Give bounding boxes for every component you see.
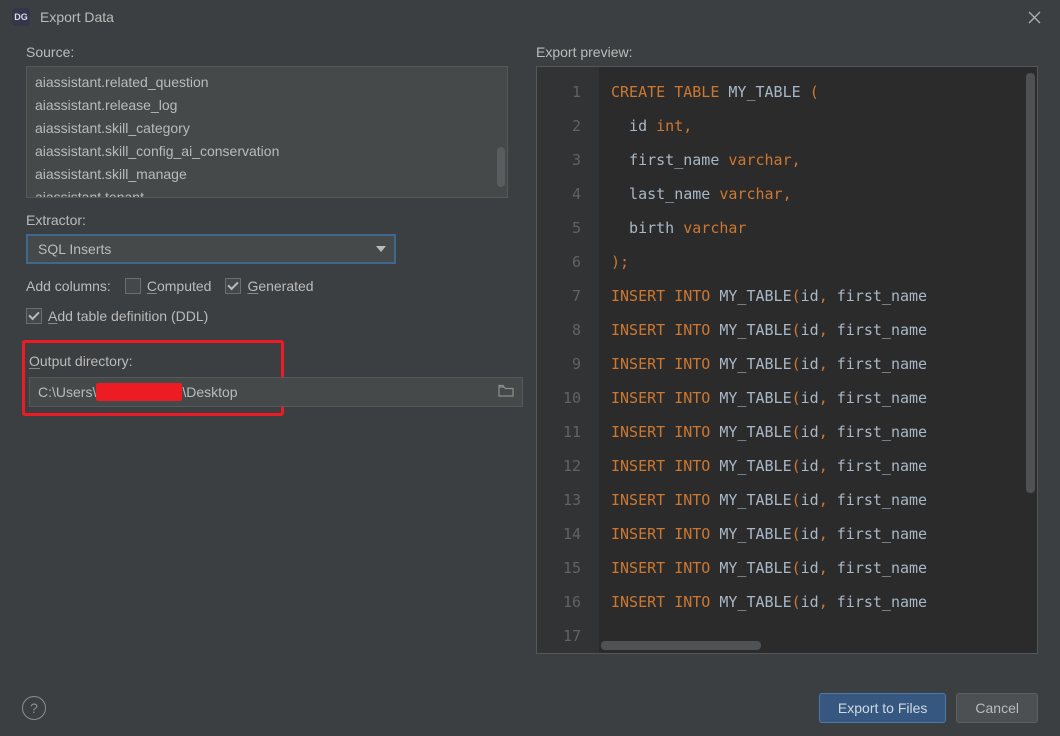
dialog-footer: ? Export to Files Cancel bbox=[0, 680, 1060, 736]
ddl-label: Add table definition (DDL) bbox=[48, 308, 208, 324]
add-columns-label: Add columns: bbox=[26, 278, 111, 294]
folder-icon[interactable] bbox=[498, 384, 514, 401]
cancel-button[interactable]: Cancel bbox=[956, 693, 1038, 723]
code-area[interactable]: CREATE TABLE MY_TABLE ( id int, first_na… bbox=[599, 67, 1037, 653]
chevron-down-icon bbox=[376, 246, 386, 252]
preview-vertical-scrollbar[interactable] bbox=[1026, 73, 1035, 493]
output-path-prefix: C:\Users\ bbox=[38, 384, 96, 400]
redacted-segment bbox=[96, 383, 182, 401]
gutter: 1234567891011121314151617 bbox=[537, 67, 599, 653]
export-preview: 1234567891011121314151617 CREATE TABLE M… bbox=[536, 66, 1038, 654]
app-icon: DG bbox=[12, 8, 30, 26]
extractor-value: SQL Inserts bbox=[38, 241, 376, 257]
list-item[interactable]: aiassistant.tenant bbox=[27, 186, 507, 198]
source-label: Source: bbox=[26, 44, 508, 60]
computed-checkbox[interactable]: Computed bbox=[125, 278, 212, 294]
output-directory-highlight: Output directory: C:\Users\ \Desktop bbox=[22, 340, 284, 416]
output-directory-input[interactable]: C:\Users\ \Desktop bbox=[29, 377, 523, 407]
list-item[interactable]: aiassistant.skill_category bbox=[27, 117, 507, 140]
list-item[interactable]: aiassistant.skill_config_ai_conservation bbox=[27, 140, 507, 163]
titlebar: DG Export Data bbox=[0, 0, 1060, 34]
close-button[interactable] bbox=[1020, 3, 1048, 31]
ddl-checkbox[interactable]: Add table definition (DDL) bbox=[26, 308, 208, 324]
export-to-files-button[interactable]: Export to Files bbox=[819, 693, 946, 723]
extractor-label: Extractor: bbox=[26, 212, 508, 228]
source-list-scrollbar[interactable] bbox=[497, 147, 505, 187]
list-item[interactable]: aiassistant.related_question bbox=[27, 71, 507, 94]
generated-label: Generated bbox=[247, 278, 313, 294]
window-title: Export Data bbox=[40, 9, 1020, 25]
output-path-suffix: \Desktop bbox=[182, 384, 237, 400]
list-item[interactable]: aiassistant.release_log bbox=[27, 94, 507, 117]
list-item[interactable]: aiassistant.skill_manage bbox=[27, 163, 507, 186]
computed-label: Computed bbox=[147, 278, 212, 294]
preview-label: Export preview: bbox=[536, 44, 1038, 60]
source-list[interactable]: aiassistant.related_question aiassistant… bbox=[26, 66, 508, 198]
generated-checkbox[interactable]: Generated bbox=[225, 278, 313, 294]
preview-horizontal-scrollbar[interactable] bbox=[601, 641, 761, 650]
extractor-combobox[interactable]: SQL Inserts bbox=[26, 234, 396, 264]
help-button[interactable]: ? bbox=[22, 696, 46, 720]
